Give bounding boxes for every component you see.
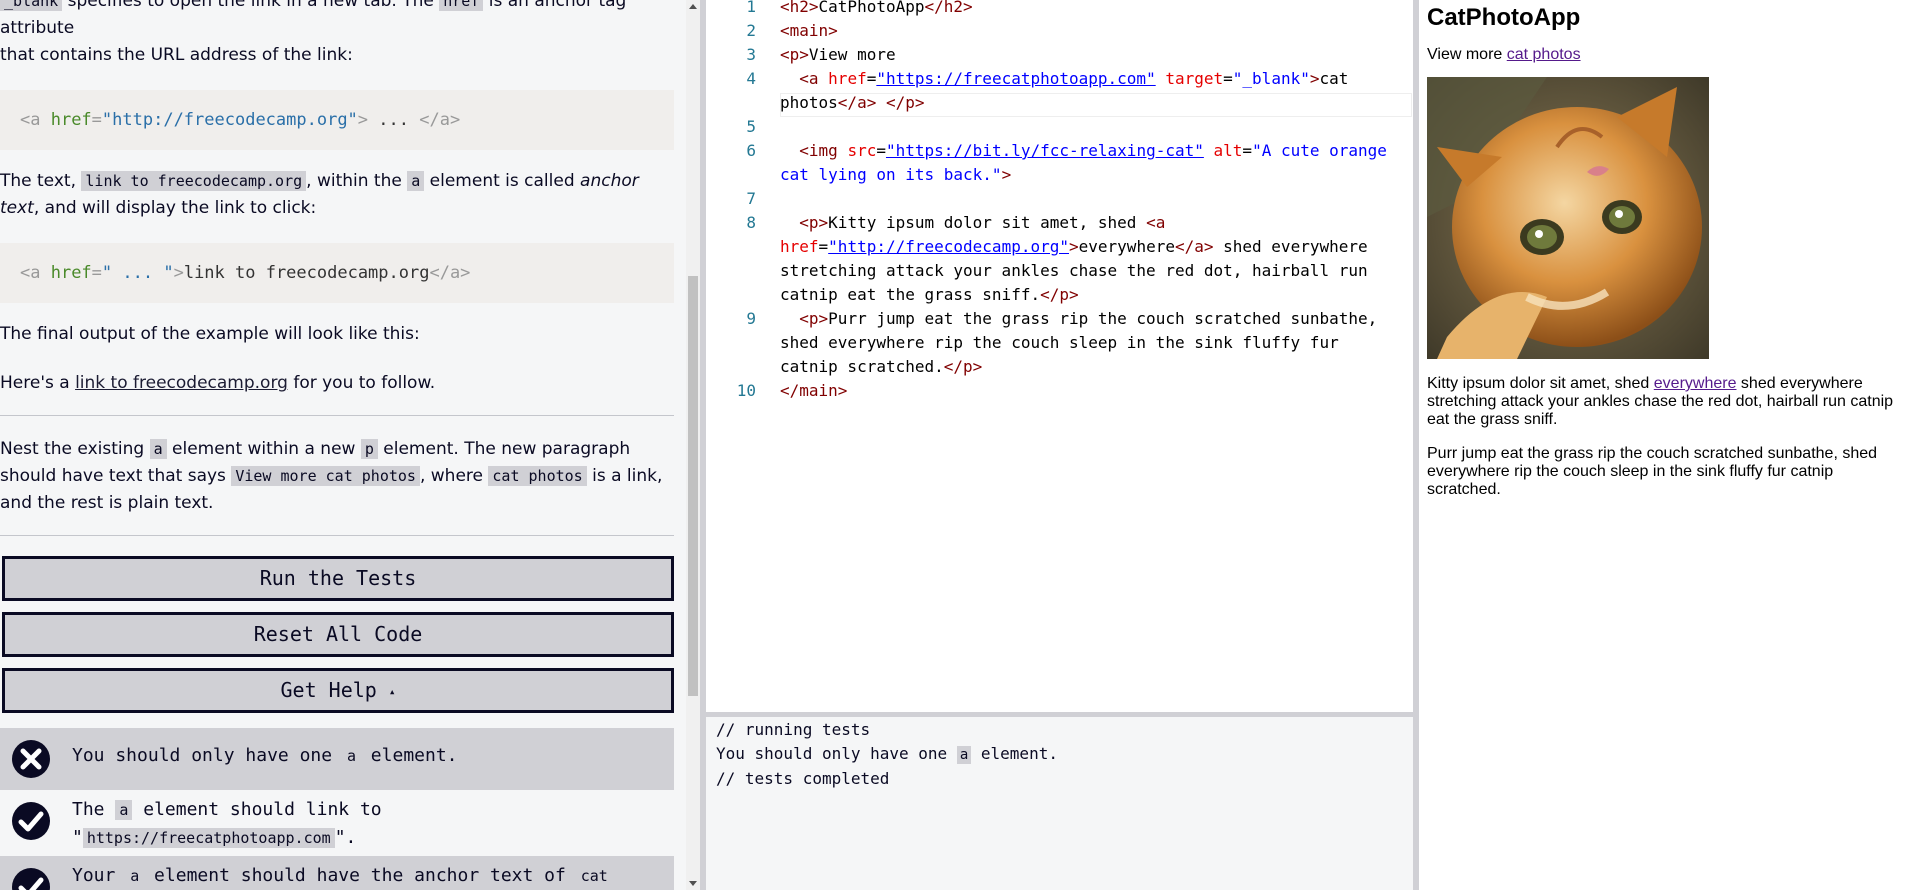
scroll-down-icon[interactable] (689, 881, 697, 886)
line-number: 10 (736, 381, 756, 400)
preview-title: CatPhotoApp (1427, 4, 1581, 31)
get-help-button[interactable]: Get Help ▴ (2, 668, 674, 713)
code-editor[interactable]: 1 <h2>CatPhotoApp</h2> 2 <main> 3 <p>Vie… (706, 0, 1413, 712)
line-number: 8 (746, 213, 756, 232)
instructions-pane[interactable]: _blank specifies to open the link in a n… (0, 0, 700, 890)
test-text: You should only have one a element. (72, 745, 458, 766)
challenge-description: _blank specifies to open the link in a n… (0, 0, 674, 536)
line-number: 5 (746, 117, 756, 136)
example-output-label: The final output of the example will loo… (0, 324, 420, 344)
task-description: Nest the existing a element within a new… (0, 439, 663, 513)
inline-code: link to freecodecamp.org (81, 171, 307, 191)
run-tests-button[interactable]: Run the Tests (2, 556, 674, 601)
console-line: // tests completed (716, 769, 890, 788)
code-example-2: <a href=" ... ">link to freecodecamp.org… (0, 243, 674, 303)
inline-code: a (407, 171, 425, 191)
divider (0, 415, 674, 416)
test-text: The a element should link to " https://fr… (72, 799, 382, 848)
line-number: 9 (746, 309, 756, 328)
example-link[interactable]: link to freecodecamp.org (75, 373, 288, 393)
fail-x-icon (12, 740, 50, 778)
caret-up-icon: ▴ (388, 685, 396, 698)
test-results: You should only have one a element. The … (0, 728, 674, 890)
test-item: Your a element should have the anchor te… (0, 856, 674, 890)
test-item: The a element should link to " https://fr… (0, 790, 674, 856)
preview-paragraph: Kitty ipsum dolor sit amet, shed everywh… (1427, 375, 1894, 428)
console-line: You should only have one a element. (716, 744, 1058, 764)
test-console: // running tests You should only have on… (706, 717, 1413, 890)
test-text: Your a element should have the anchor te… (72, 858, 674, 890)
cat-photos-link[interactable]: cat photos (1507, 46, 1581, 63)
line-number: 4 (746, 69, 756, 88)
preview-paragraph: View more cat photos (1427, 46, 1581, 63)
inline-code: href (439, 0, 484, 11)
line-number: 6 (746, 141, 756, 160)
line-number: 2 (746, 21, 756, 40)
preview-paragraph: Purr jump eat the grass rip the couch sc… (1427, 445, 1878, 498)
line-number: 7 (746, 189, 756, 208)
console-line: // running tests (716, 720, 871, 739)
inline-code: _blank (0, 0, 63, 11)
cat-image (1427, 77, 1709, 359)
code-example-1: <a href="http://freecodecamp.org"> ... <… (0, 90, 674, 150)
line-number: 3 (746, 45, 756, 64)
test-item: You should only have one a element. (0, 728, 674, 790)
preview-pane[interactable]: CatPhotoApp View more cat photos Kitty i… (1419, 0, 1912, 890)
everywhere-link[interactable]: everywhere (1654, 375, 1737, 392)
divider (0, 535, 674, 536)
scrollbar-thumb[interactable] (688, 276, 698, 696)
pass-check-icon (12, 802, 50, 840)
pass-check-icon (12, 868, 50, 890)
line-number: 1 (746, 0, 756, 16)
scroll-up-icon[interactable] (689, 4, 697, 9)
reset-code-button[interactable]: Reset All Code (2, 612, 674, 657)
